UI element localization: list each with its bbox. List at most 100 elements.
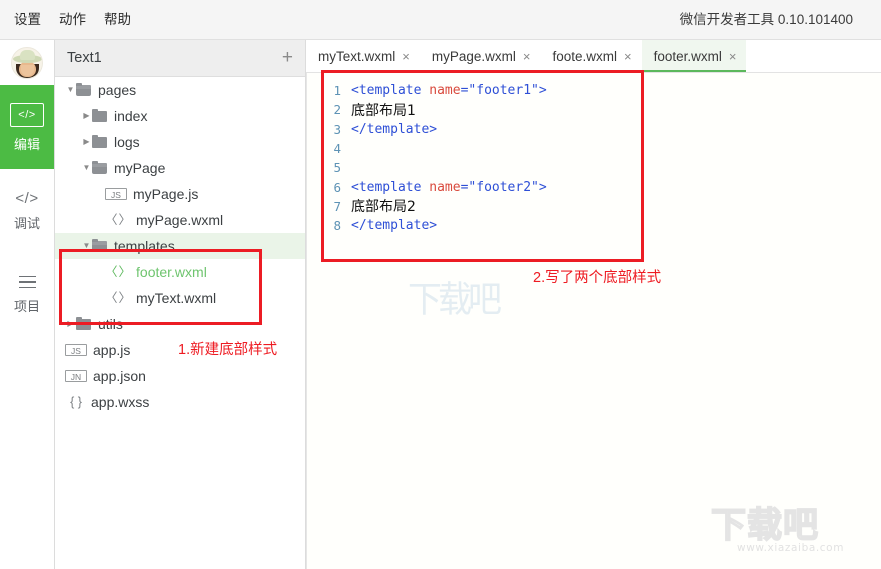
js-file-icon: JS bbox=[105, 188, 127, 200]
tree-item-label: myText.wxml bbox=[136, 290, 217, 306]
chevron-right-icon[interactable]: ▶ bbox=[81, 129, 92, 155]
line-number: 4 bbox=[333, 141, 341, 157]
tab-mytext-wxml[interactable]: myText.wxml × bbox=[306, 40, 420, 72]
tree-item-label: logs bbox=[114, 134, 140, 150]
menu-item-settings[interactable]: 设置 bbox=[14, 11, 41, 28]
code-text: 底部布局1 bbox=[351, 100, 416, 120]
wxml-file-icon: 〈〉 bbox=[105, 213, 133, 227]
menu-item-help[interactable]: 帮助 bbox=[104, 11, 131, 28]
chevron-down-icon[interactable]: ▼ bbox=[65, 77, 76, 103]
code-token-tag: <template bbox=[351, 83, 430, 99]
chevron-right-icon[interactable]: ▶ bbox=[81, 103, 92, 129]
rail-item-project-label: 项目 bbox=[13, 299, 40, 315]
tree-item-label: app.json bbox=[93, 368, 146, 384]
annotation-note-2: 2.写了两个底部样式 bbox=[533, 270, 662, 286]
code-line: 2 底部布局1 bbox=[307, 100, 881, 119]
tree-item-label: index bbox=[114, 108, 148, 124]
close-icon[interactable]: × bbox=[729, 50, 737, 63]
tree-item-label: templates bbox=[114, 238, 175, 254]
line-number: 6 bbox=[333, 179, 341, 195]
line-number: 1 bbox=[333, 83, 341, 99]
line-number: 7 bbox=[333, 198, 341, 214]
chevron-right-icon[interactable]: ▶ bbox=[65, 311, 76, 337]
line-number: 5 bbox=[333, 160, 341, 176]
tab-label: footer.wxml bbox=[653, 48, 722, 64]
code-line: 8 </template> bbox=[307, 216, 881, 235]
chevron-down-icon[interactable]: ▼ bbox=[81, 233, 92, 259]
tab-label: foote.wxml bbox=[552, 48, 617, 64]
chevron-down-icon[interactable]: ▼ bbox=[81, 155, 92, 181]
menu-lines-icon bbox=[18, 275, 36, 289]
rail-item-edit[interactable]: </> 编辑 bbox=[0, 85, 54, 169]
code-token-tag: </template> bbox=[351, 218, 438, 234]
close-icon[interactable]: × bbox=[523, 50, 531, 63]
code-editor[interactable]: 1 <template name="footer1"> 2 底部布局1 3 </templ… bbox=[306, 73, 881, 569]
tree-item-mypage-js[interactable]: JS myPage.js bbox=[55, 181, 305, 207]
menu-item-actions[interactable]: 动作 bbox=[59, 11, 86, 28]
file-explorer-panel: Text1 + ▼ pages ▶ index ▶ logs ▼ myPage … bbox=[55, 40, 306, 569]
tree-item-app-json[interactable]: JN app.json bbox=[55, 363, 305, 389]
app-window: 设置 动作 帮助 微信开发者工具 0.10.101400 </> 编辑 </> … bbox=[0, 0, 881, 569]
tree-item-label: myPage.js bbox=[133, 186, 199, 202]
tree-item-label: app.wxss bbox=[91, 394, 150, 410]
tab-label: myPage.wxml bbox=[431, 48, 516, 64]
tree-item-app-wxss[interactable]: { } app.wxss bbox=[55, 389, 305, 415]
rail-item-edit-label: 编辑 bbox=[13, 136, 40, 152]
code-token-txt: 底部布局2 bbox=[351, 199, 416, 216]
close-icon[interactable]: × bbox=[402, 50, 410, 63]
avatar-image bbox=[11, 46, 43, 79]
code-token-str: "footer1" bbox=[468, 83, 539, 99]
annotation-note-1: 1.新建底部样式 bbox=[178, 342, 278, 358]
code-token-tag: </template> bbox=[351, 121, 438, 137]
close-icon[interactable]: × bbox=[624, 50, 632, 63]
tab-footer-wxml[interactable]: footer.wxml × bbox=[641, 40, 747, 72]
code-token-tag: <template bbox=[351, 179, 430, 195]
tree-item-label: myPage.wxml bbox=[136, 212, 224, 228]
tree-item-index[interactable]: ▶ index bbox=[55, 103, 305, 129]
file-explorer-header: Text1 + bbox=[55, 40, 305, 77]
app-title: 微信开发者工具 0.10.101400 bbox=[679, 12, 853, 27]
code-text: </template> bbox=[351, 218, 437, 233]
tab-mypage-wxml[interactable]: myPage.wxml × bbox=[420, 40, 541, 72]
folder-open-icon bbox=[92, 238, 108, 252]
menu-items: 设置 动作 帮助 bbox=[14, 11, 131, 28]
tree-item-mytext-wxml[interactable]: 〈〉 myText.wxml bbox=[55, 285, 305, 311]
avatar[interactable] bbox=[0, 40, 54, 85]
rail-item-debug[interactable]: </> 调试 bbox=[0, 169, 54, 253]
code-brackets-icon: </> bbox=[10, 102, 44, 127]
code-line: 1 <template name="footer1"> bbox=[307, 81, 881, 100]
code-token-tag: > bbox=[538, 179, 547, 195]
json-file-icon: JN bbox=[65, 370, 87, 382]
code-line: 4 bbox=[307, 139, 881, 158]
code-line: 7 底部布局2 bbox=[307, 197, 881, 216]
tree-item-mypage-wxml[interactable]: 〈〉 myPage.wxml bbox=[55, 207, 305, 233]
tree-item-label: myPage bbox=[114, 160, 166, 176]
editor-pane: myText.wxml × myPage.wxml × foote.wxml ×… bbox=[306, 40, 881, 569]
add-file-button[interactable]: + bbox=[282, 48, 293, 67]
rail-item-project[interactable]: 项目 bbox=[0, 253, 54, 337]
code-text: </template> bbox=[351, 122, 437, 137]
avatar-face-front bbox=[21, 64, 34, 76]
tree-item-mypage[interactable]: ▼ myPage bbox=[55, 155, 305, 181]
tree-item-logs[interactable]: ▶ logs bbox=[55, 129, 305, 155]
rail-item-debug-label: 调试 bbox=[13, 215, 40, 231]
line-number: 3 bbox=[333, 121, 341, 137]
wxml-file-icon: 〈〉 bbox=[105, 265, 133, 279]
code-token-tag: > bbox=[538, 83, 547, 99]
code-text: <template name="footer2"> bbox=[351, 180, 547, 195]
code-token-str: "footer2" bbox=[468, 179, 539, 195]
line-number: 2 bbox=[333, 102, 341, 118]
tree-item-footer-wxml[interactable]: 〈〉 footer.wxml bbox=[55, 259, 305, 285]
code-token-attr: name bbox=[429, 83, 461, 99]
code-text: <template name="footer1"> bbox=[351, 83, 547, 98]
wxss-file-icon: { } bbox=[70, 395, 82, 409]
code-line: 3 </template> bbox=[307, 120, 881, 139]
tree-item-utils[interactable]: ▶ utils bbox=[55, 311, 305, 337]
tree-item-templates[interactable]: ▼ templates bbox=[55, 233, 305, 259]
wxml-file-icon: 〈〉 bbox=[105, 291, 133, 305]
code-token-txt: 底部布局1 bbox=[351, 102, 416, 119]
file-tree: ▼ pages ▶ index ▶ logs ▼ myPage JS myPag… bbox=[55, 77, 305, 415]
tree-item-pages[interactable]: ▼ pages bbox=[55, 77, 305, 103]
menu-bar: 设置 动作 帮助 微信开发者工具 0.10.101400 bbox=[0, 0, 881, 40]
tab-foote-wxml[interactable]: foote.wxml × bbox=[540, 40, 641, 72]
